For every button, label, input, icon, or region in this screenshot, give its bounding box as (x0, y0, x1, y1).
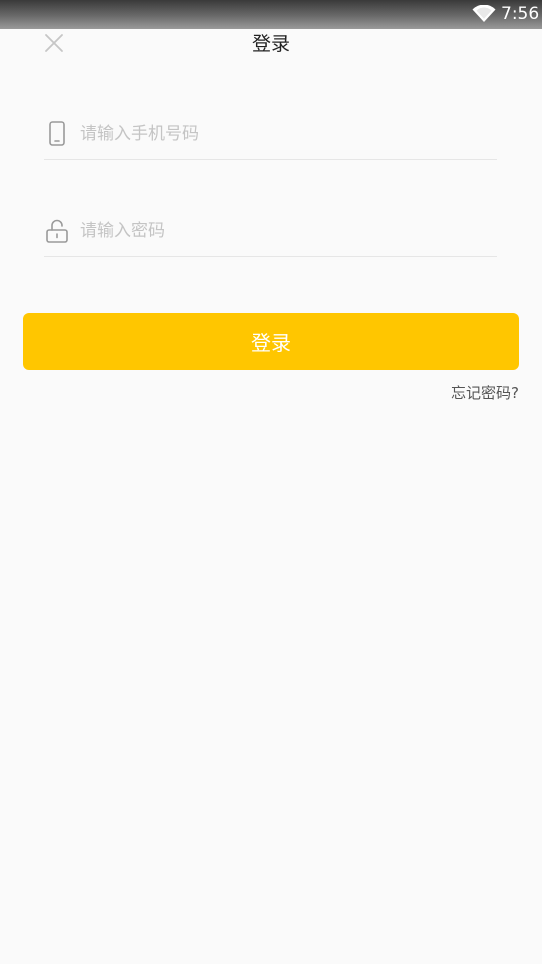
phone-input[interactable] (80, 119, 490, 149)
lock-icon (46, 218, 68, 244)
password-input[interactable] (80, 216, 490, 246)
status-time: 7:56 (501, 4, 540, 24)
status-bar: 7:56 (0, 0, 542, 29)
page-title: 登录 (251, 33, 290, 55)
phone-row (44, 111, 497, 160)
login-button[interactable]: 登录 (23, 313, 519, 370)
mobile-phone-icon (46, 121, 68, 147)
wifi-icon (472, 4, 496, 23)
forgot-password-link[interactable]: 忘记密码? (451, 382, 519, 404)
password-row (44, 208, 497, 257)
